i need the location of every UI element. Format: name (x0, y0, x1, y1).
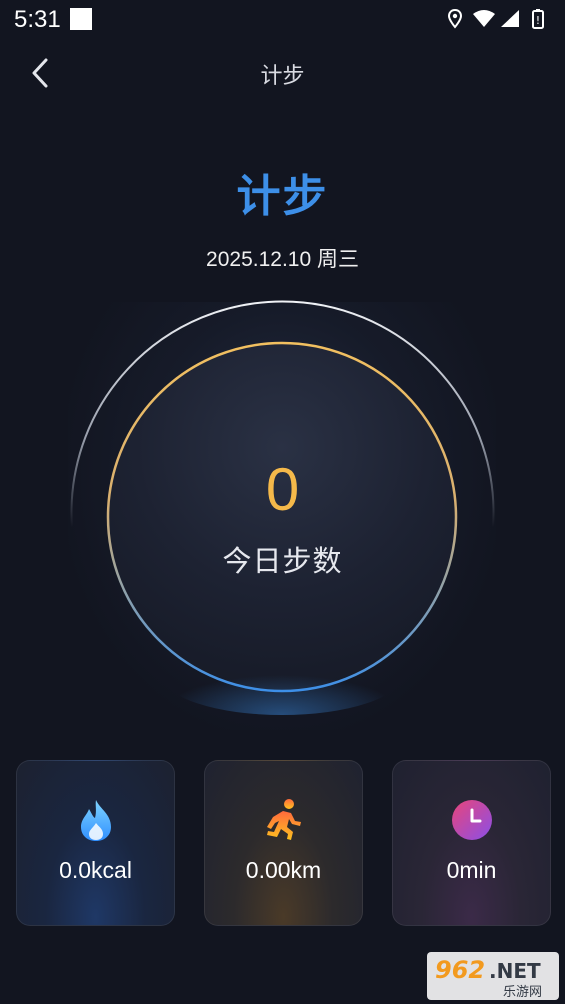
svg-text:乐游网: 乐游网 (503, 985, 542, 1000)
duration-value: 0min (446, 857, 497, 883)
wifi-icon (473, 10, 495, 27)
flame-icon (80, 800, 111, 841)
svg-text:!: ! (536, 14, 540, 27)
calories-card[interactable]: 0.0kcal (16, 760, 175, 926)
page-heading: 计步 (236, 172, 329, 221)
status-icons: ! (447, 8, 544, 29)
status-time: 5:31 (14, 6, 61, 33)
page-date: 2025.12.10 周三 (206, 248, 359, 271)
pedometer-screen: 5:31 ! 计步 计步 2025.12.10 周三 0 今日步数 0.0kca… (0, 0, 565, 1004)
signal-icon (501, 10, 519, 27)
watermark-logo: 962 .NET 乐游网 (427, 952, 559, 1000)
watermark-graphic: 962 .NET 乐游网 (435, 956, 542, 1000)
svg-text:962: 962 (435, 956, 485, 984)
nav-title: 计步 (260, 63, 305, 88)
runner-icon (266, 799, 301, 840)
svg-text:.NET: .NET (489, 959, 541, 983)
duration-card[interactable]: 0min (392, 760, 551, 926)
notification-icon (70, 8, 92, 30)
inner-glow (162, 635, 402, 715)
calories-value: 0.0kcal (59, 857, 132, 883)
step-count: 0 (265, 456, 300, 523)
status-bar: 5:31 ! (0, 0, 565, 38)
step-count-label: 今日步数 (222, 546, 343, 578)
location-icon (447, 8, 463, 29)
battery-icon: ! (532, 9, 544, 29)
distance-card[interactable]: 0.00km (204, 760, 363, 926)
distance-value: 0.00km (245, 857, 322, 883)
clock-icon (451, 800, 492, 840)
